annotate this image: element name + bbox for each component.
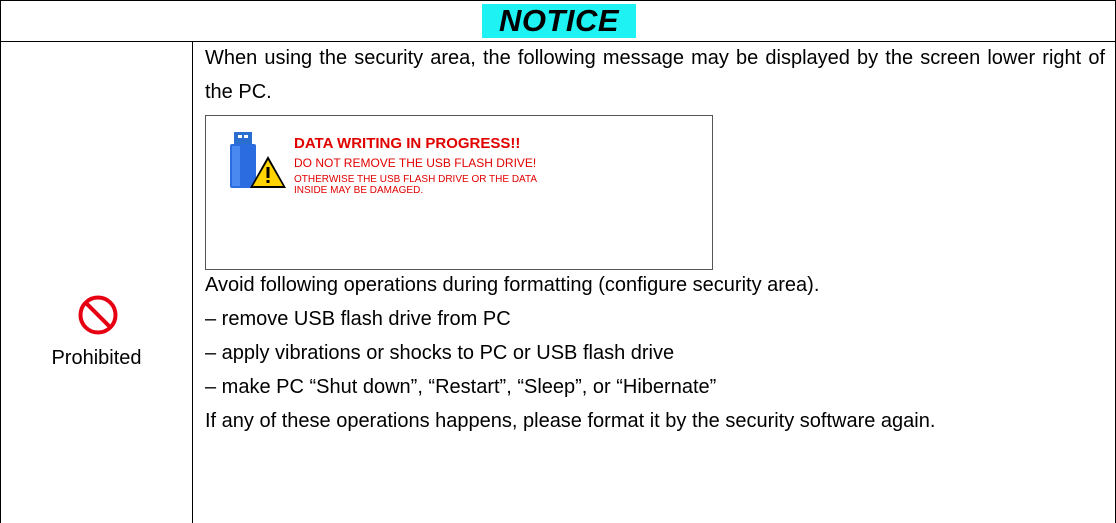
operation-item: – apply vibrations or shocks to PC or US…: [205, 342, 675, 364]
notice-header-row: NOTICE: [1, 1, 1115, 42]
avoid-heading: Avoid following operations during format…: [205, 274, 820, 296]
intro-text: When using the security area, the follow…: [205, 47, 1105, 103]
prohibited-icon: [78, 295, 118, 335]
operation-item: – remove USB flash drive from PC: [205, 308, 511, 330]
notice-body-lower: Avoid following operations during format…: [205, 268, 1105, 438]
notice-title: NOTICE: [482, 4, 636, 38]
popup-title: DATA WRITING IN PROGRESS!!: [294, 135, 521, 152]
popup-line2: OTHERWISE THE USB FLASH DRIVE OR THE DAT…: [294, 174, 537, 196]
popup-line1: DO NOT REMOVE THE USB FLASH DRIVE!: [294, 156, 537, 170]
warning-popup-image: DATA WRITING IN PROGRESS!! DO NOT REMOVE…: [205, 115, 713, 270]
closing-text: If any of these operations happens, plea…: [205, 410, 936, 432]
usb-drive-warning-icon: [230, 132, 286, 188]
operation-item: – make PC “Shut down”, “Restart”, “Sleep…: [205, 376, 717, 398]
notice-body: When using the security area, the follow…: [205, 41, 1105, 109]
category-label: Prohibited: [51, 347, 142, 369]
category-cell: Prohibited: [1, 42, 193, 523]
